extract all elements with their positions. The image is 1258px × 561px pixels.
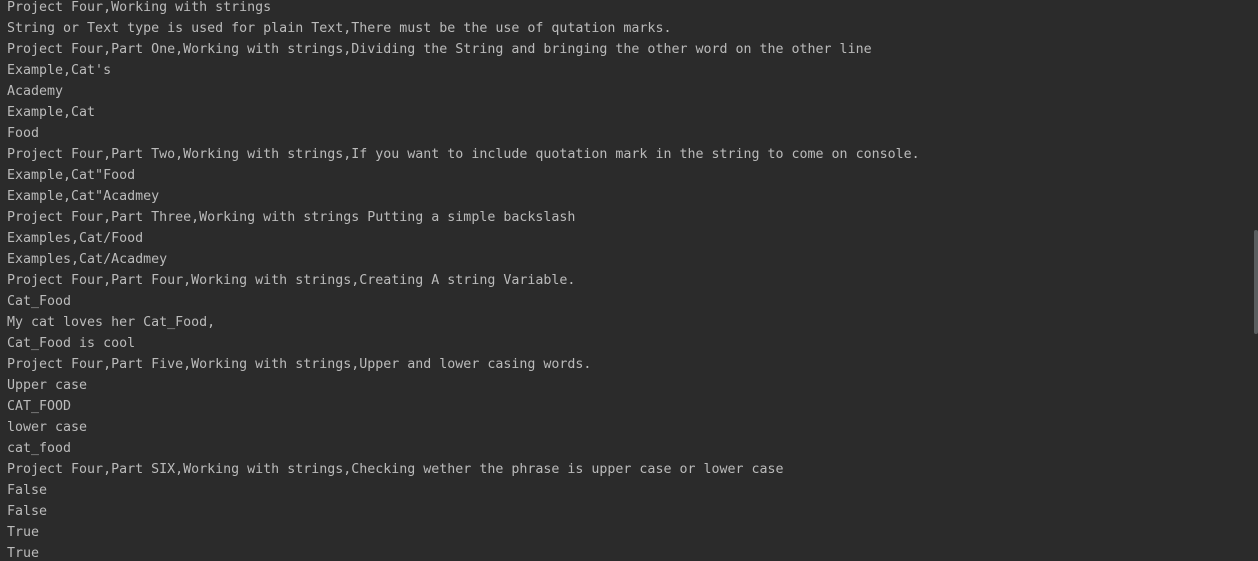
console-output-panel: Project Four,Working with strings String… <box>0 0 1258 561</box>
console-line: True <box>7 525 40 540</box>
console-line: lower case <box>7 420 88 435</box>
console-line: Academy <box>7 84 64 99</box>
console-output-list: Project Four,Working with strings String… <box>7 0 920 561</box>
console-line: Project Four,Part Three,Working with str… <box>7 210 576 225</box>
console-line: cat_food <box>7 441 72 456</box>
console-line: My cat loves her Cat_Food, <box>7 315 216 330</box>
vertical-scrollbar-thumb[interactable] <box>1254 230 1258 334</box>
console-line: Example,Cat"Acadmey <box>7 189 160 204</box>
console-line: Cat_Food is cool <box>7 336 136 351</box>
console-line: False <box>7 483 48 498</box>
console-line: Example,Cat"Food <box>7 168 136 183</box>
console-line: Project Four,Part SIX,Working with strin… <box>7 462 784 477</box>
console-line: Project Four,Part One,Working with strin… <box>7 42 872 57</box>
console-line: String or Text type is used for plain Te… <box>7 21 672 36</box>
console-line: Upper case <box>7 378 88 393</box>
console-line: Examples,Cat/Food <box>7 231 144 246</box>
console-line: CAT_FOOD <box>7 399 72 414</box>
console-line: Example,Cat <box>7 105 96 120</box>
console-line: Cat_Food <box>7 294 72 309</box>
console-line: Example,Cat's <box>7 63 112 78</box>
console-line: True <box>7 546 40 561</box>
console-line: False <box>7 504 48 519</box>
console-line: Project Four,Part Four,Working with stri… <box>7 273 576 288</box>
console-line: Project Four,Part Two,Working with strin… <box>7 147 920 162</box>
console-line: Examples,Cat/Acadmey <box>7 252 168 267</box>
console-line: Project Four,Working with strings <box>7 0 272 15</box>
console-line: Food <box>7 126 40 141</box>
console-line: Project Four,Part Five,Working with stri… <box>7 357 592 372</box>
